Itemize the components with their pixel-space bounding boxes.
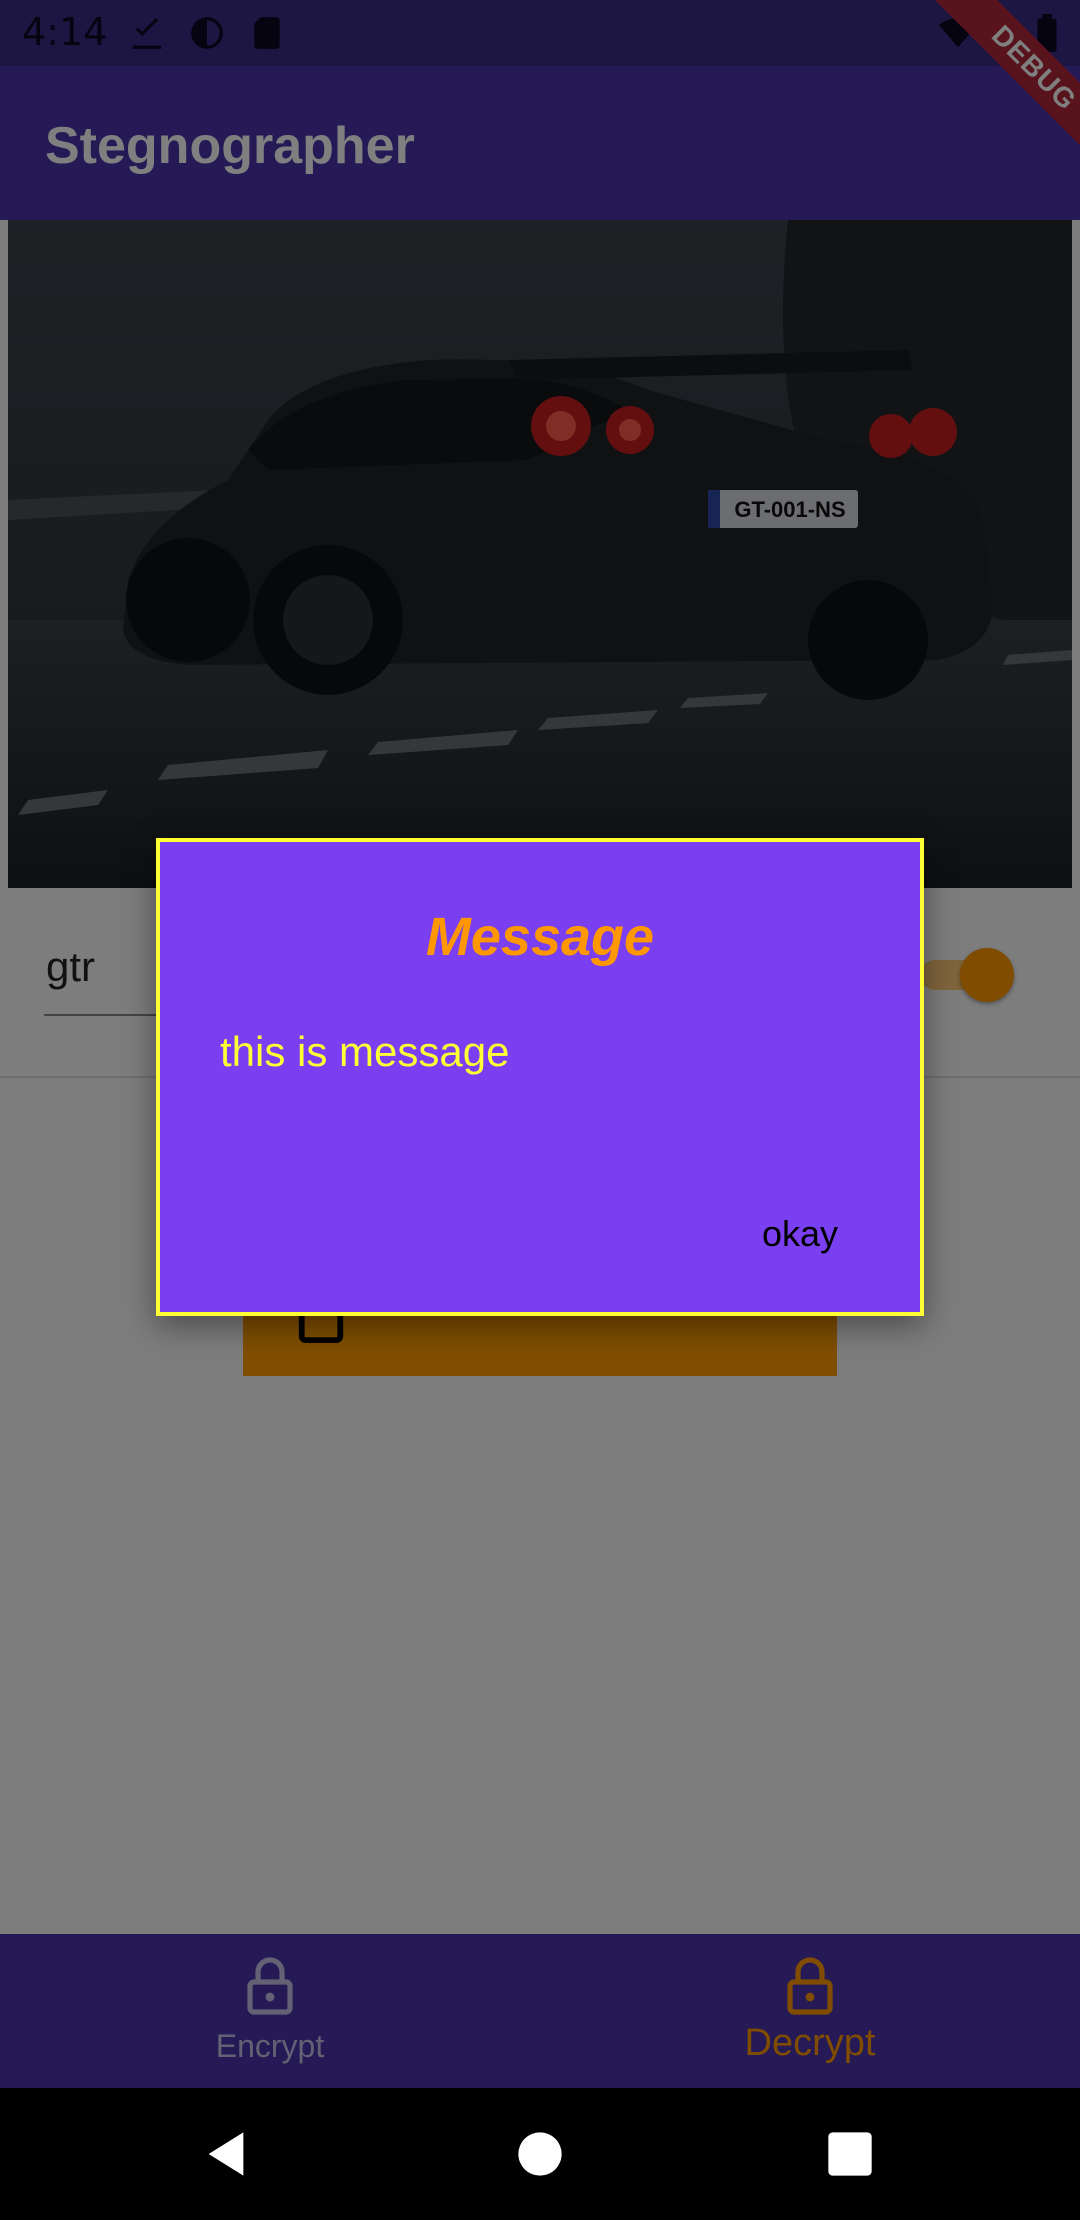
okay-button[interactable]: okay <box>720 1196 880 1272</box>
dialog-message: this is message <box>220 1028 510 1075</box>
recents-icon[interactable] <box>824 2128 876 2180</box>
system-navigation-bar <box>0 2088 1080 2220</box>
dialog-title: Message <box>425 907 655 967</box>
back-icon[interactable] <box>200 2128 252 2180</box>
message-dialog: Message this is message okay <box>156 838 924 1316</box>
home-icon[interactable] <box>514 2128 566 2180</box>
